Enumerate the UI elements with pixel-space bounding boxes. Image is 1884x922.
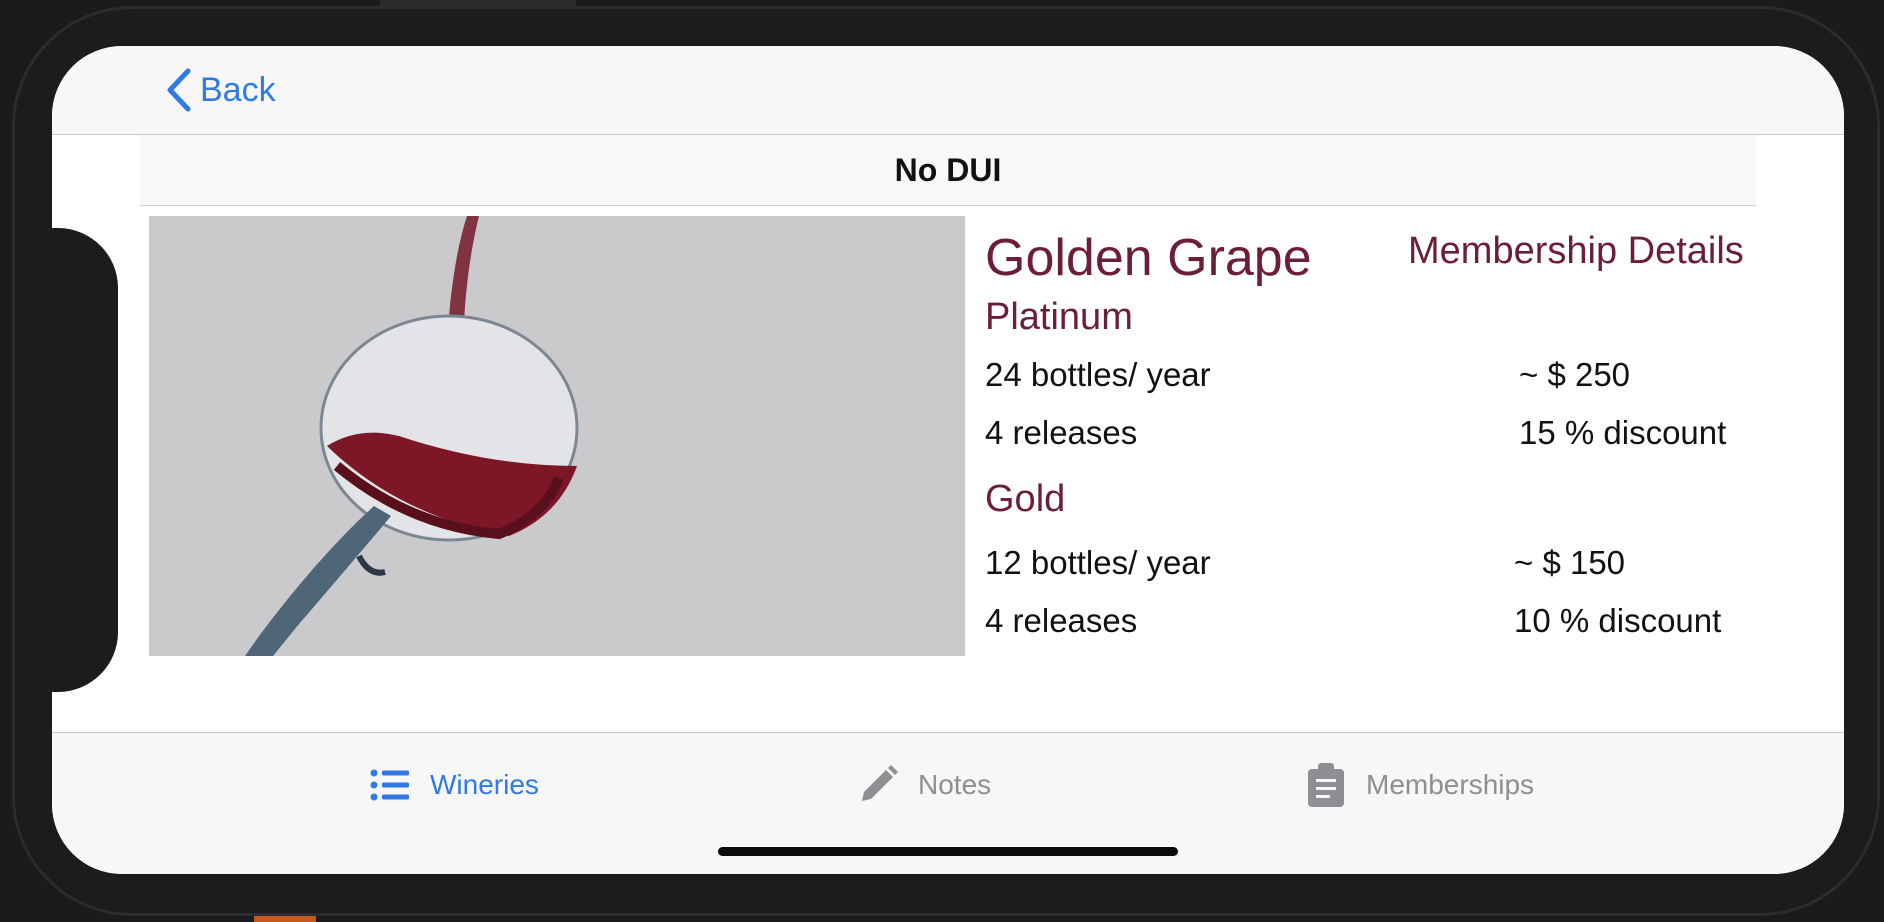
- tier-name-platinum: Platinum: [985, 296, 1133, 338]
- page-title-bar: No DUI: [140, 135, 1756, 206]
- tier-releases: 4 releases: [985, 414, 1138, 451]
- home-indicator[interactable]: [718, 847, 1178, 856]
- tab-notes[interactable]: Notes: [858, 757, 991, 813]
- tier-releases: 4 releases: [985, 602, 1138, 639]
- list-icon: [370, 769, 409, 801]
- back-button[interactable]: Back: [164, 62, 276, 118]
- tab-label: Wineries: [430, 769, 539, 800]
- tier-discount: 15 % discount: [1519, 414, 1727, 451]
- clipboard-icon: [1308, 763, 1344, 807]
- winery-name: Golden Grape: [985, 229, 1312, 287]
- tier-bottles: 24 bottles/ year: [985, 356, 1211, 393]
- tier-price: ~ $ 150: [1514, 544, 1626, 581]
- tab-wineries[interactable]: Wineries: [370, 757, 539, 813]
- pencil-icon: [862, 765, 898, 801]
- membership-details-link[interactable]: Membership Details: [1408, 230, 1744, 273]
- chevron-left-icon: [167, 68, 191, 112]
- tier-discount: 10 % discount: [1514, 602, 1722, 639]
- back-label: Back: [200, 70, 276, 109]
- sensor-notch: [52, 228, 118, 692]
- navigation-bar: Back: [52, 46, 1844, 135]
- tab-memberships[interactable]: Memberships: [1306, 757, 1534, 813]
- app-screen: Back No DUI Golden Grape Membership Deta…: [52, 46, 1844, 874]
- tier-price: ~ $ 250: [1519, 356, 1631, 393]
- tab-label: Notes: [918, 769, 992, 800]
- tier-bottles: 12 bottles/ year: [985, 544, 1211, 581]
- page-title: No DUI: [894, 151, 1002, 188]
- wine-glass-image: [149, 216, 965, 656]
- tab-label: Memberships: [1366, 769, 1535, 800]
- tier-name-gold: Gold: [985, 478, 1066, 520]
